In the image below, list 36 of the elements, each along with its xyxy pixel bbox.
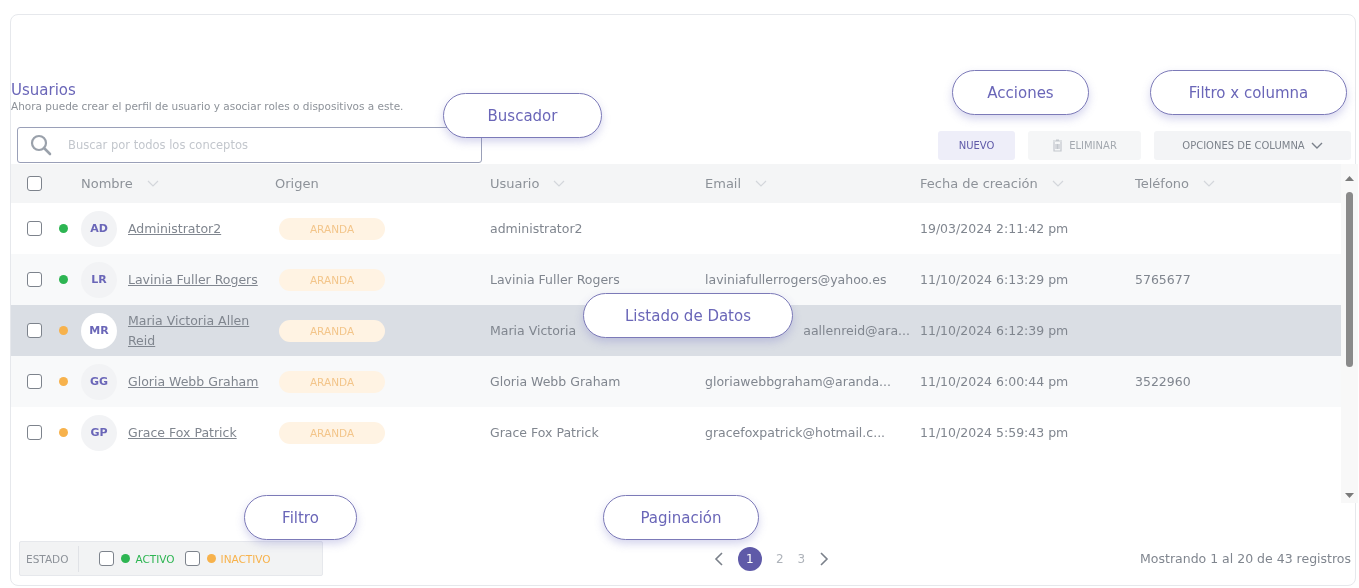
table-cell: Grace Fox Patrick xyxy=(490,425,599,440)
origin-tag: ARANDA xyxy=(279,319,385,342)
user-avatar: AD xyxy=(81,210,117,247)
table-cell: administrator2 xyxy=(490,221,583,236)
table-cell: laviniafullerrogers@yahoo.es xyxy=(705,272,887,287)
table-cell: 5765677 xyxy=(1135,272,1191,287)
table-cell: 11/10/2024 6:13:29 pm xyxy=(920,272,1069,287)
table-cell: 11/10/2024 6:12:39 pm xyxy=(920,323,1069,338)
callout-tooltip: Paginación xyxy=(603,495,759,540)
table-cell: 3522960 xyxy=(1135,374,1191,389)
table-cell: Gloria Webb Graham xyxy=(490,374,621,389)
table-cell: Maria Victoria xyxy=(490,323,577,338)
callout-tooltip: Acciones xyxy=(952,70,1089,115)
filter-label: ESTADO xyxy=(26,552,69,565)
record-count: Mostrando 1 al 20 de 43 registros xyxy=(1140,551,1351,566)
table-cell: 19/03/2024 2:11:42 pm xyxy=(920,221,1069,236)
callout-tooltip: Filtro xyxy=(244,495,357,540)
table-cell: Lavinia Fuller Rogers xyxy=(490,272,620,287)
origin-tag: ARANDA xyxy=(279,217,385,240)
table-cell: aallenreid@ara... xyxy=(803,323,910,338)
table-cell: 11/10/2024 6:00:44 pm xyxy=(920,374,1069,389)
user-avatar: GP xyxy=(81,414,117,451)
table-cell: 11/10/2024 5:59:43 pm xyxy=(920,425,1069,440)
table-cell: gloriawebbgraham@aranda... xyxy=(705,374,891,389)
callout-tooltip: Filtro x columna xyxy=(1150,70,1347,115)
origin-tag: ARANDA xyxy=(279,421,385,444)
origin-tag: ARANDA xyxy=(279,268,385,291)
user-avatar: LR xyxy=(81,261,117,298)
callout-tooltip: Buscador xyxy=(443,93,602,138)
origin-tag: ARANDA xyxy=(279,370,385,393)
user-avatar: MR xyxy=(81,312,117,349)
page-title: Usuarios xyxy=(11,81,77,99)
table-cell: gracefoxpatrick@hotmail.c... xyxy=(705,425,886,440)
user-avatar: GG xyxy=(81,363,117,400)
callout-tooltip: Listado de Datos xyxy=(583,293,793,338)
page-subtitle: Ahora puede crear el perfil de usuario y asociar roles o dispositivos a este. xyxy=(11,100,405,112)
